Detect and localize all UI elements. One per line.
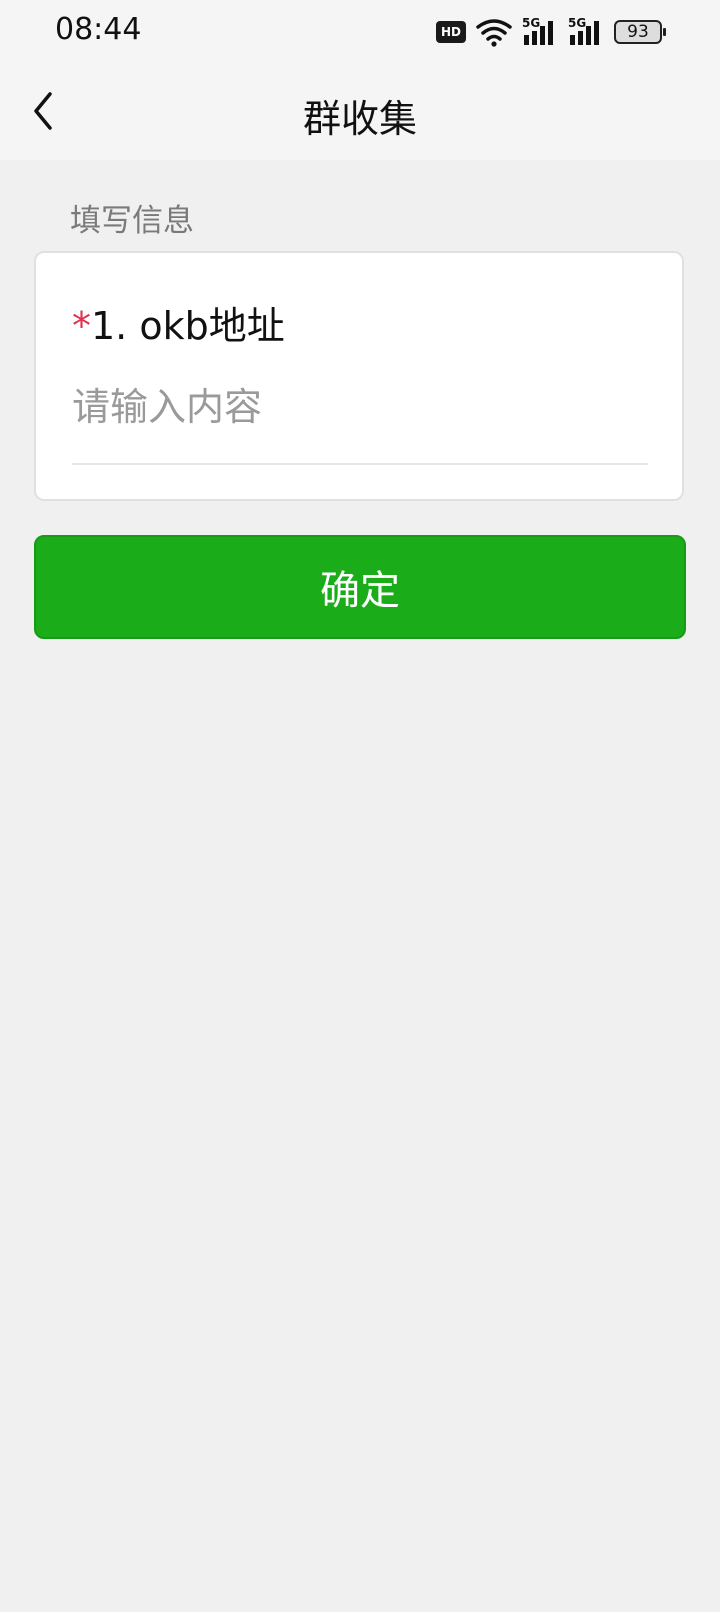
input-underline	[72, 463, 648, 465]
form-card: *1. okb地址	[34, 251, 684, 501]
address-input[interactable]	[72, 375, 648, 439]
required-mark: *	[72, 304, 91, 348]
signal-2-label: 5G	[568, 16, 587, 30]
status-bar: 08:44 HD 5G 5G 93	[0, 0, 720, 64]
confirm-button[interactable]: 确定	[34, 535, 686, 639]
status-icons: HD 5G 5G 93	[436, 14, 666, 50]
signal-5g-icon: 5G	[522, 17, 558, 47]
battery-icon: 93	[614, 20, 666, 44]
page-title: 群收集	[302, 97, 417, 141]
battery-level: 93	[627, 22, 649, 42]
section-label: 填写信息	[70, 203, 194, 239]
status-time: 08:44	[55, 12, 142, 47]
hd-icon: HD	[436, 21, 466, 43]
signal-1-label: 5G	[522, 16, 541, 30]
wifi-icon	[476, 19, 512, 47]
signal-5g-icon: 5G	[568, 17, 604, 47]
field-label-text: 1. okb地址	[91, 304, 285, 348]
nav-bar: 群收集	[0, 64, 720, 160]
field-label: *1. okb地址	[72, 295, 285, 350]
